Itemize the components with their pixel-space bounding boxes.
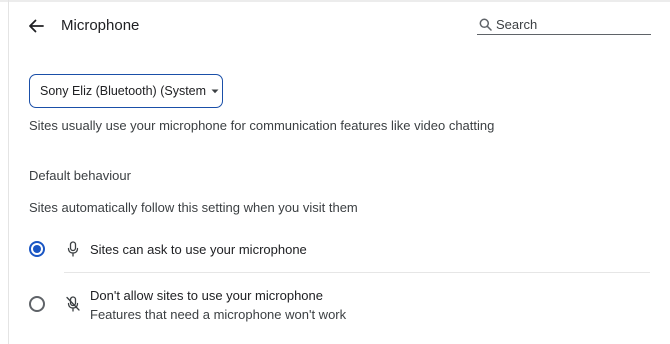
search-input[interactable] xyxy=(493,16,646,32)
default-behaviour-heading: Default behaviour xyxy=(29,168,131,183)
default-behaviour-subtext: Sites automatically follow this setting … xyxy=(29,200,358,215)
radio-allow-ask[interactable] xyxy=(29,241,45,257)
options-divider xyxy=(64,272,650,273)
arrow-back-icon xyxy=(29,19,44,33)
microphone-description: Sites usually use your microphone for co… xyxy=(29,118,495,133)
option-allow-ask-label[interactable]: Sites can ask to use your microphone xyxy=(90,242,307,257)
left-border xyxy=(8,0,9,344)
back-button[interactable] xyxy=(24,14,48,38)
chevron-down-icon xyxy=(211,89,219,94)
settings-page: Microphone Sony Eliz (Bluetooth) (System… xyxy=(0,0,670,344)
microphone-off-icon xyxy=(65,295,81,313)
microphone-icon xyxy=(65,240,81,258)
option-block-sublabel: Features that need a microphone won't wo… xyxy=(90,307,347,322)
top-border xyxy=(0,0,670,2)
search-box[interactable] xyxy=(477,14,651,35)
page-title: Microphone xyxy=(61,17,140,34)
radio-block[interactable] xyxy=(29,296,45,312)
option-block-label[interactable]: Don't allow sites to use your microphone xyxy=(90,288,323,303)
device-select-value: Sony Eliz (Bluetooth) (System xyxy=(40,84,207,98)
microphone-device-select[interactable]: Sony Eliz (Bluetooth) (System xyxy=(29,74,223,108)
search-icon xyxy=(477,16,493,32)
